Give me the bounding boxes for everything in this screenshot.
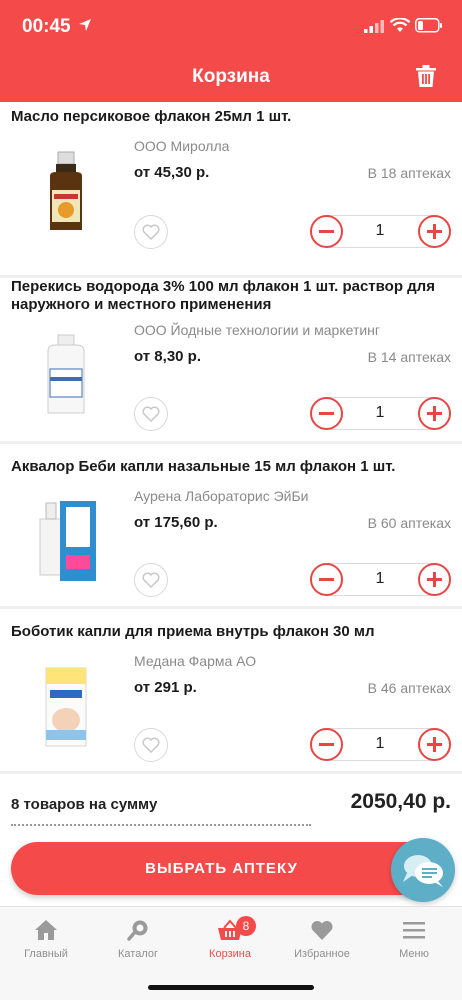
product-image[interactable] [36,664,96,748]
tab-cart[interactable]: 8 Корзина [184,916,276,960]
search-icon [127,920,148,941]
tab-label: Корзина [209,948,251,960]
truncated-text [11,824,311,830]
battery-icon [415,18,442,33]
heart-outline-icon [142,224,160,240]
choose-pharmacy-button[interactable]: ВЫБРАТЬ АПТЕКУ [11,842,432,895]
item-title[interactable]: Масло персиковое флакон 25мл 1 шт. [11,108,451,126]
quantity-stepper: 1 [310,397,451,430]
status-bar: 00:45 [0,0,462,54]
heart-icon [311,920,333,940]
location-arrow-icon [79,19,91,31]
quantity-value: 1 [375,570,385,587]
total-label: 8 товаров на сумму [11,796,158,813]
item-pharmacies[interactable]: В 18 аптеках [368,165,451,181]
heart-outline-icon [142,406,160,422]
tab-menu[interactable]: Меню [368,919,460,960]
item-maker: ООО Йодные технологии и маркетинг [134,322,381,338]
decrease-button[interactable] [310,397,343,430]
total-sum: 2050,40 р. [350,790,451,813]
decrease-button[interactable] [310,563,343,596]
header: 00:45 Корзина [0,0,462,102]
tab-label: Каталог [118,948,158,960]
item-pharmacies[interactable]: В 46 аптеках [368,680,451,696]
item-maker: Медана Фарма АО [134,653,257,669]
menu-icon [403,922,425,939]
item-pharmacies[interactable]: В 14 аптеках [368,349,451,365]
home-indicator [148,985,314,990]
tab-label: Главный [24,948,68,960]
decrease-button[interactable] [310,215,343,248]
decrease-button[interactable] [310,728,343,761]
item-maker: ООО Миролла [134,138,230,154]
item-title[interactable]: Перекись водорода 3% 100 мл флакон 1 шт.… [11,278,451,314]
heart-outline-icon [142,572,160,588]
quantity-value: 1 [375,404,385,421]
product-image[interactable] [36,333,96,417]
heart-outline-icon [142,737,160,753]
tab-favorites[interactable]: Избранное [276,919,368,960]
tab-catalog[interactable]: Каталог [92,919,184,960]
quantity-stepper: 1 [310,563,451,596]
quantity-stepper: 1 [310,728,451,761]
home-icon [35,920,57,940]
item-price: от 175,60 р. [134,514,218,531]
item-price: от 45,30 р. [134,164,210,181]
increase-button[interactable] [418,397,451,430]
product-image[interactable] [36,150,96,234]
increase-button[interactable] [418,728,451,761]
signal-icon [364,20,384,33]
cart-badge: 8 [236,916,256,936]
page-title: Корзина [192,66,270,87]
tab-label: Меню [399,948,429,960]
trash-icon[interactable] [415,64,437,88]
tab-home[interactable]: Главный [0,919,92,960]
item-title[interactable]: Аквалор Беби капли назальные 15 мл флако… [11,458,451,476]
chat-bubbles-icon [403,855,443,887]
quantity-value: 1 [375,222,385,239]
wifi-icon [390,18,410,32]
item-maker: Аурена Лабораторис ЭйБи [134,488,309,504]
cart-item: Аквалор Беби капли назальные 15 мл флако… [0,444,462,609]
item-price: от 8,30 р. [134,348,201,365]
quantity-stepper: 1 [310,215,451,248]
item-price: от 291 р. [134,679,197,696]
favorite-button[interactable] [134,397,168,431]
quantity-value: 1 [375,735,385,752]
tab-label: Избранное [294,948,350,960]
favorite-button[interactable] [134,728,168,762]
cart-item: Масло персиковое флакон 25мл 1 шт. ООО М… [0,102,462,278]
cart-list: Масло персиковое флакон 25мл 1 шт. ООО М… [0,102,462,774]
increase-button[interactable] [418,563,451,596]
item-title[interactable]: Боботик капли для приема внутрь флакон 3… [11,623,451,641]
favorite-button[interactable] [134,563,168,597]
cart-item: Боботик капли для приема внутрь флакон 3… [0,609,462,774]
chat-button[interactable] [391,838,455,902]
product-image[interactable] [36,499,100,583]
cart-item: Перекись водорода 3% 100 мл флакон 1 шт.… [0,278,462,444]
status-time: 00:45 [22,16,71,37]
increase-button[interactable] [418,215,451,248]
item-pharmacies[interactable]: В 60 аптеках [368,515,451,531]
favorite-button[interactable] [134,215,168,249]
